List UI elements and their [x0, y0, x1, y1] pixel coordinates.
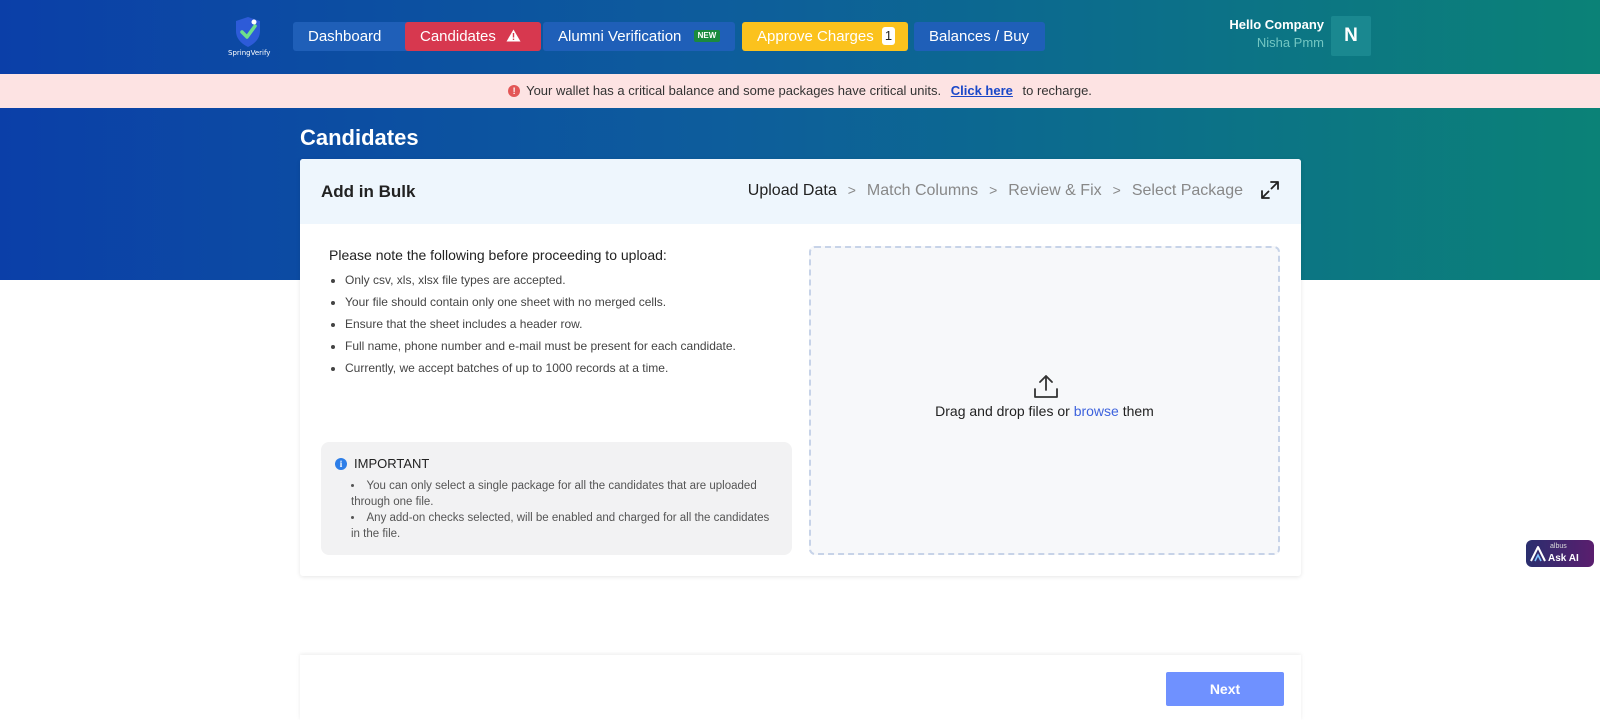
- bulk-upload-card: Add in Bulk Upload Data > Match Columns > Re…: [300, 159, 1301, 576]
- list-item: Any add-on checks selected, will be enab…: [351, 510, 778, 542]
- important-title: IMPORTANT: [354, 456, 430, 471]
- alert-message: Your wallet has a critical balance and s…: [526, 83, 942, 98]
- footer-actions: Next: [300, 655, 1301, 720]
- chevron-right-icon: >: [847, 182, 856, 198]
- nav-dashboard[interactable]: Dashboard: [293, 22, 413, 51]
- list-item: Your file should contain only one sheet …: [345, 295, 769, 309]
- card-header: Add in Bulk Upload Data > Match Columns > Re…: [300, 159, 1301, 224]
- nav-candidates-label: Candidates: [420, 28, 496, 45]
- page-title: Candidates: [300, 125, 419, 150]
- expand-icon[interactable]: [1261, 181, 1279, 199]
- top-navigation: SpringVerify Dashboard Candidates Alumni…: [0, 0, 1600, 74]
- step-review-fix: Review & Fix: [1008, 182, 1102, 199]
- nav-balances-buy[interactable]: Balances / Buy: [914, 22, 1045, 51]
- ask-ai-brand: albus: [1550, 543, 1567, 550]
- list-item: Full name, phone number and e-mail must …: [345, 339, 769, 353]
- chevron-right-icon: >: [989, 182, 998, 198]
- wallet-alert-banner: ! Your wallet has a critical balance and …: [0, 74, 1600, 108]
- dropzone-prefix: Drag and drop files or: [935, 403, 1070, 419]
- important-box: i IMPORTANT You can only select a single …: [321, 442, 792, 555]
- user-greeting[interactable]: Hello Company Nisha Pmm: [1229, 17, 1324, 50]
- card-title: Add in Bulk: [321, 182, 416, 201]
- ask-ai-button[interactable]: albus Ask AI: [1526, 540, 1594, 567]
- brand-logo[interactable]: SpringVerify: [228, 16, 271, 60]
- ask-ai-label: Ask AI: [1548, 553, 1579, 564]
- list-item: Currently, we accept batches of up to 10…: [345, 361, 769, 375]
- list-item: You can only select a single package for…: [351, 478, 778, 510]
- nav-candidates[interactable]: Candidates: [405, 22, 541, 51]
- dropzone-suffix: them: [1122, 403, 1154, 419]
- stepper: Upload Data > Match Columns > Review & Fix > S…: [748, 182, 1243, 200]
- albus-logo-icon: [1530, 546, 1546, 562]
- nav-approve-label: Approve Charges: [757, 28, 874, 45]
- user-company-greeting: Hello Company: [1229, 17, 1324, 32]
- step-match-columns: Match Columns: [866, 182, 979, 199]
- upload-icon: [1034, 375, 1058, 398]
- list-item: Ensure that the sheet includes a header …: [345, 317, 769, 331]
- nav-balances-label: Balances / Buy: [929, 28, 1030, 45]
- recharge-link[interactable]: Click here: [951, 83, 1013, 98]
- user-name: Nisha Pmm: [1256, 35, 1324, 50]
- dropzone-text: Drag and drop files or browse them: [811, 403, 1278, 419]
- next-button[interactable]: Next: [1166, 672, 1284, 706]
- list-item: Only csv, xls, xlsx file types are accep…: [345, 273, 769, 287]
- step-select-package: Select Package: [1131, 182, 1243, 199]
- nav-alumni-label: Alumni Verification: [558, 28, 682, 45]
- alert-suffix: to recharge.: [1022, 83, 1092, 98]
- notes-list: Only csv, xls, xlsx file types are accep…: [329, 273, 769, 375]
- brand-logo-text: SpringVerify: [228, 49, 271, 57]
- important-heading: i IMPORTANT: [335, 456, 778, 471]
- warning-icon: [506, 29, 521, 42]
- alert-icon: !: [508, 84, 521, 97]
- browse-link[interactable]: browse: [1074, 403, 1119, 419]
- step-upload-data: Upload Data: [747, 182, 837, 199]
- important-list: You can only select a single package for…: [335, 478, 778, 542]
- shield-check-icon: [236, 17, 260, 47]
- file-dropzone[interactable]: Drag and drop files or browse them: [809, 246, 1280, 555]
- user-avatar[interactable]: N: [1331, 16, 1371, 56]
- approve-count-badge: 1: [881, 26, 896, 45]
- notes-title: Please note the following before proceed…: [329, 247, 667, 263]
- upload-notes: Please note the following before proceed…: [329, 247, 769, 383]
- nav-approve-charges[interactable]: Approve Charges 1: [742, 22, 908, 51]
- chevron-right-icon: >: [1112, 182, 1121, 198]
- nav-alumni-verification[interactable]: Alumni Verification NEW: [543, 22, 735, 51]
- nav-dashboard-label: Dashboard: [308, 28, 382, 45]
- info-icon: i: [335, 457, 347, 470]
- new-badge: NEW: [693, 29, 721, 42]
